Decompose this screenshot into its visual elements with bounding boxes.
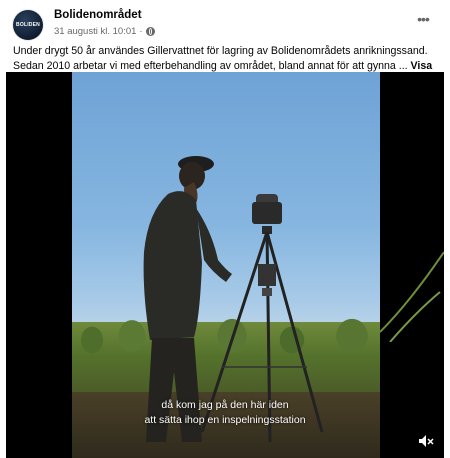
post-timestamp[interactable]: 31 augusti kl. 10:01	[54, 26, 136, 37]
grass-blades	[380, 251, 444, 342]
page-avatar[interactable]: BOLIDEN	[13, 10, 43, 40]
speaker-muted-icon[interactable]	[418, 434, 434, 448]
page-name-link[interactable]: Bolidenområdet	[54, 9, 142, 21]
more-horizontal-icon[interactable]: •••	[412, 10, 434, 28]
post-header: BOLIDEN Bolidenområdet 31 augusti kl. 10…	[10, 6, 440, 40]
avatar-logo-text: BOLIDEN	[16, 22, 40, 28]
video-player[interactable]: då kom jag på den här iden att sätta iho…	[6, 72, 444, 458]
meta-separator: ·	[139, 26, 143, 37]
post-meta: 31 augusti kl. 10:01 ·	[54, 26, 155, 37]
facebook-post: BOLIDEN Bolidenområdet 31 augusti kl. 10…	[2, 0, 448, 458]
video-subtitle-line-1: då kom jag på den här iden	[161, 399, 289, 411]
caption-text: Under drygt 50 år användes Gillervattnet…	[13, 45, 428, 72]
globe-icon	[145, 27, 155, 36]
video-subtitle-line-2: att sätta ihop en inspelningsstation	[144, 414, 306, 426]
person-silhouette	[143, 156, 232, 442]
